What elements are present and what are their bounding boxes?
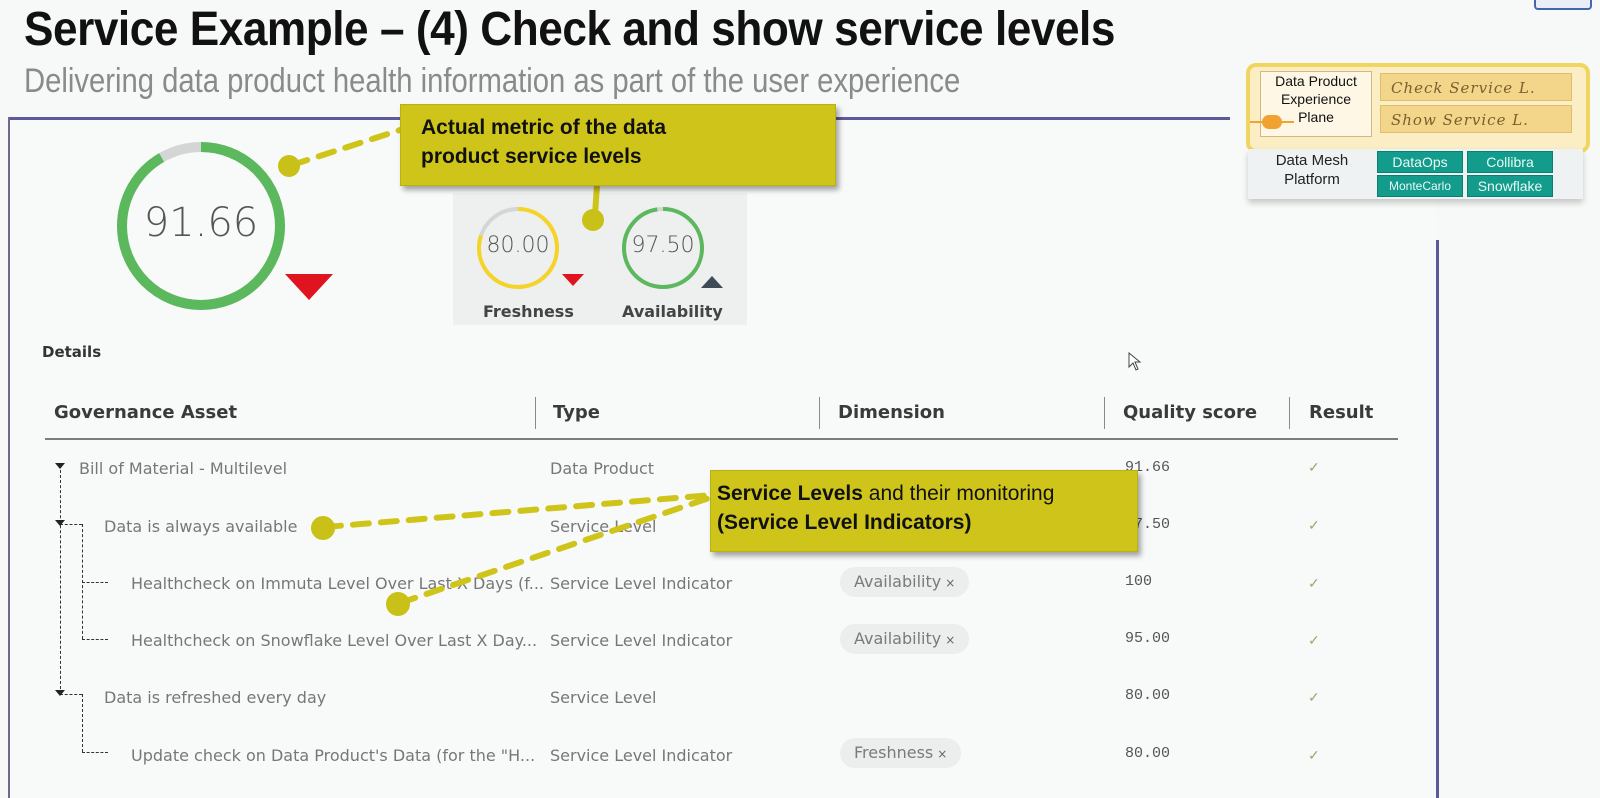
dimension-chip[interactable]: Availability × (840, 567, 970, 597)
check-icon: ✓ (1308, 517, 1320, 533)
trend-up-icon (701, 276, 723, 288)
callout-text-bold: Service Levels (717, 482, 863, 505)
freshness-label: Freshness (483, 302, 574, 321)
tree-connector (82, 694, 83, 752)
slide-subtitle: Delivering data product health informati… (24, 62, 961, 100)
check-icon: ✓ (1308, 747, 1320, 763)
overall-quality-gauge: 91.66 (113, 138, 289, 314)
asset-type: Service Level (550, 517, 657, 536)
show-service-level-box: Show Service L. (1380, 105, 1572, 133)
callout-text: product service levels (421, 145, 642, 168)
app-frame-right-border (1436, 240, 1439, 798)
asset-name[interactable]: Data is always available (104, 517, 297, 536)
tool-dataops: DataOps (1377, 151, 1463, 173)
column-divider[interactable] (1289, 397, 1290, 429)
tool-montecarlo: MonteCarlo (1377, 175, 1463, 197)
asset-name[interactable]: Bill of Material - Multilevel (79, 459, 287, 478)
collapse-caret-icon[interactable] (55, 463, 65, 469)
dimension-chip-label: Availability (854, 572, 942, 591)
dimension-chip-label: Freshness (854, 743, 934, 762)
tree-connector (82, 639, 108, 640)
check-icon: ✓ (1308, 575, 1320, 591)
column-divider[interactable] (819, 397, 820, 429)
callout-service-levels: Service Levels and their monitoring (Ser… (710, 470, 1138, 552)
availability-gauge: 97.50 (620, 205, 706, 291)
callout-text: and their monitoring (862, 482, 1055, 505)
remove-chip-icon[interactable]: × (945, 576, 955, 590)
window-tab-edge (1534, 0, 1592, 10)
asset-type: Service Level Indicator (550, 746, 733, 765)
header-divider (45, 438, 1398, 440)
column-header-type[interactable]: Type (553, 402, 600, 423)
architecture-diagram: Data Product Experience Plane Check Serv… (1240, 63, 1595, 205)
callout-text: (Service Level Indicators) (717, 511, 972, 534)
column-header-dimension[interactable]: Dimension (838, 402, 945, 423)
dimension-chip[interactable]: Freshness × (840, 738, 962, 768)
data-mesh-platform-box: Data Mesh Platform DataOps Collibra Mont… (1248, 149, 1583, 199)
mesh-label-line: Data Mesh (1275, 152, 1349, 169)
asset-type: Service Level (550, 688, 657, 707)
column-divider[interactable] (535, 397, 536, 429)
quality-score: 95.00 (1125, 630, 1171, 647)
callout-text: Actual metric of the data (421, 116, 667, 139)
asset-type: Service Level Indicator (550, 574, 733, 593)
tree-connector (60, 470, 61, 694)
freshness-gauge-value: 80.00 (486, 233, 550, 258)
check-icon: ✓ (1308, 459, 1320, 475)
check-icon: ✓ (1308, 689, 1320, 705)
quality-score: 100 (1125, 573, 1153, 590)
asset-name[interactable]: Healthcheck on Immuta Level Over Last X … (131, 574, 544, 593)
asset-name[interactable]: Healthcheck on Snowflake Level Over Last… (131, 631, 537, 650)
data-mesh-platform-label: Data Mesh Platform (1264, 151, 1360, 189)
experience-plane-label: Data Product (1275, 73, 1357, 89)
trend-down-icon (285, 274, 333, 300)
availability-label: Availability (622, 302, 723, 321)
check-icon: ✓ (1308, 632, 1320, 648)
overall-gauge-value: 91.66 (143, 200, 259, 246)
check-service-level-box: Check Service L. (1380, 73, 1572, 101)
asset-name[interactable]: Update check on Data Product's Data (for… (131, 746, 535, 765)
remove-chip-icon[interactable]: × (945, 633, 955, 647)
callout-actual-metric: Actual metric of the data product servic… (400, 104, 836, 186)
tool-snowflake: Snowflake (1467, 175, 1553, 197)
app-frame-left-border (8, 117, 10, 798)
tree-connector (82, 752, 108, 753)
collapse-caret-icon[interactable] (55, 690, 65, 696)
asset-name[interactable]: Data is refreshed every day (104, 688, 326, 707)
remove-chip-icon[interactable]: × (937, 747, 947, 761)
asset-type: Service Level Indicator (550, 631, 733, 650)
collapse-caret-icon[interactable] (55, 520, 65, 526)
dimension-chip[interactable]: Availability × (840, 624, 970, 654)
column-divider[interactable] (1104, 397, 1105, 429)
quality-score: 80.00 (1125, 687, 1171, 704)
column-header-governance-asset[interactable]: Governance Asset (54, 402, 237, 423)
dimension-chip-label: Availability (854, 629, 942, 648)
mouse-cursor-icon (1128, 352, 1142, 371)
column-header-result[interactable]: Result (1309, 402, 1373, 423)
experience-plane-label: Experience (1280, 91, 1352, 107)
plane-connector-dot (1262, 115, 1282, 129)
trend-down-icon (562, 274, 584, 286)
mesh-label-line: Platform (1284, 171, 1340, 188)
freshness-gauge: 80.00 (475, 205, 561, 291)
tool-collibra: Collibra (1467, 151, 1553, 173)
quality-score: 80.00 (1125, 745, 1171, 762)
column-header-quality-score[interactable]: Quality score (1123, 402, 1257, 423)
details-heading: Details (42, 343, 102, 361)
slide-title: Service Example – (4) Check and show ser… (24, 3, 1115, 56)
asset-type: Data Product (550, 459, 655, 478)
availability-gauge-value: 97.50 (631, 233, 695, 258)
tree-connector (82, 582, 108, 583)
